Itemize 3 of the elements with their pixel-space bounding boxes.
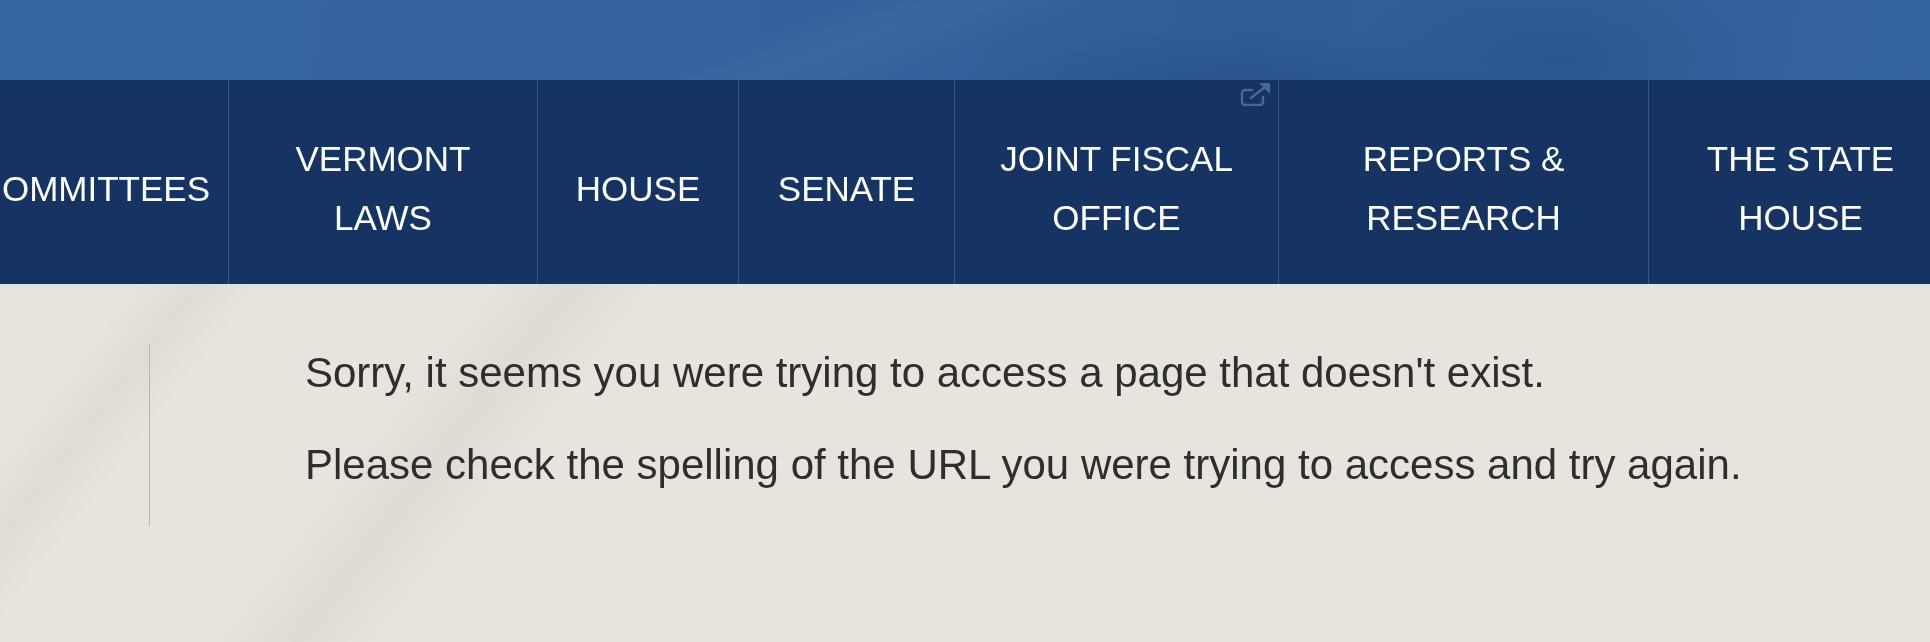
error-message: Sorry, it seems you were trying to access a page that doesn't exist.: [305, 348, 1546, 398]
nav-link[interactable]: OMMITTEES: [0, 80, 228, 284]
error-message: Please check the spelling of the URL you were trying to access and try again.: [305, 440, 1742, 490]
